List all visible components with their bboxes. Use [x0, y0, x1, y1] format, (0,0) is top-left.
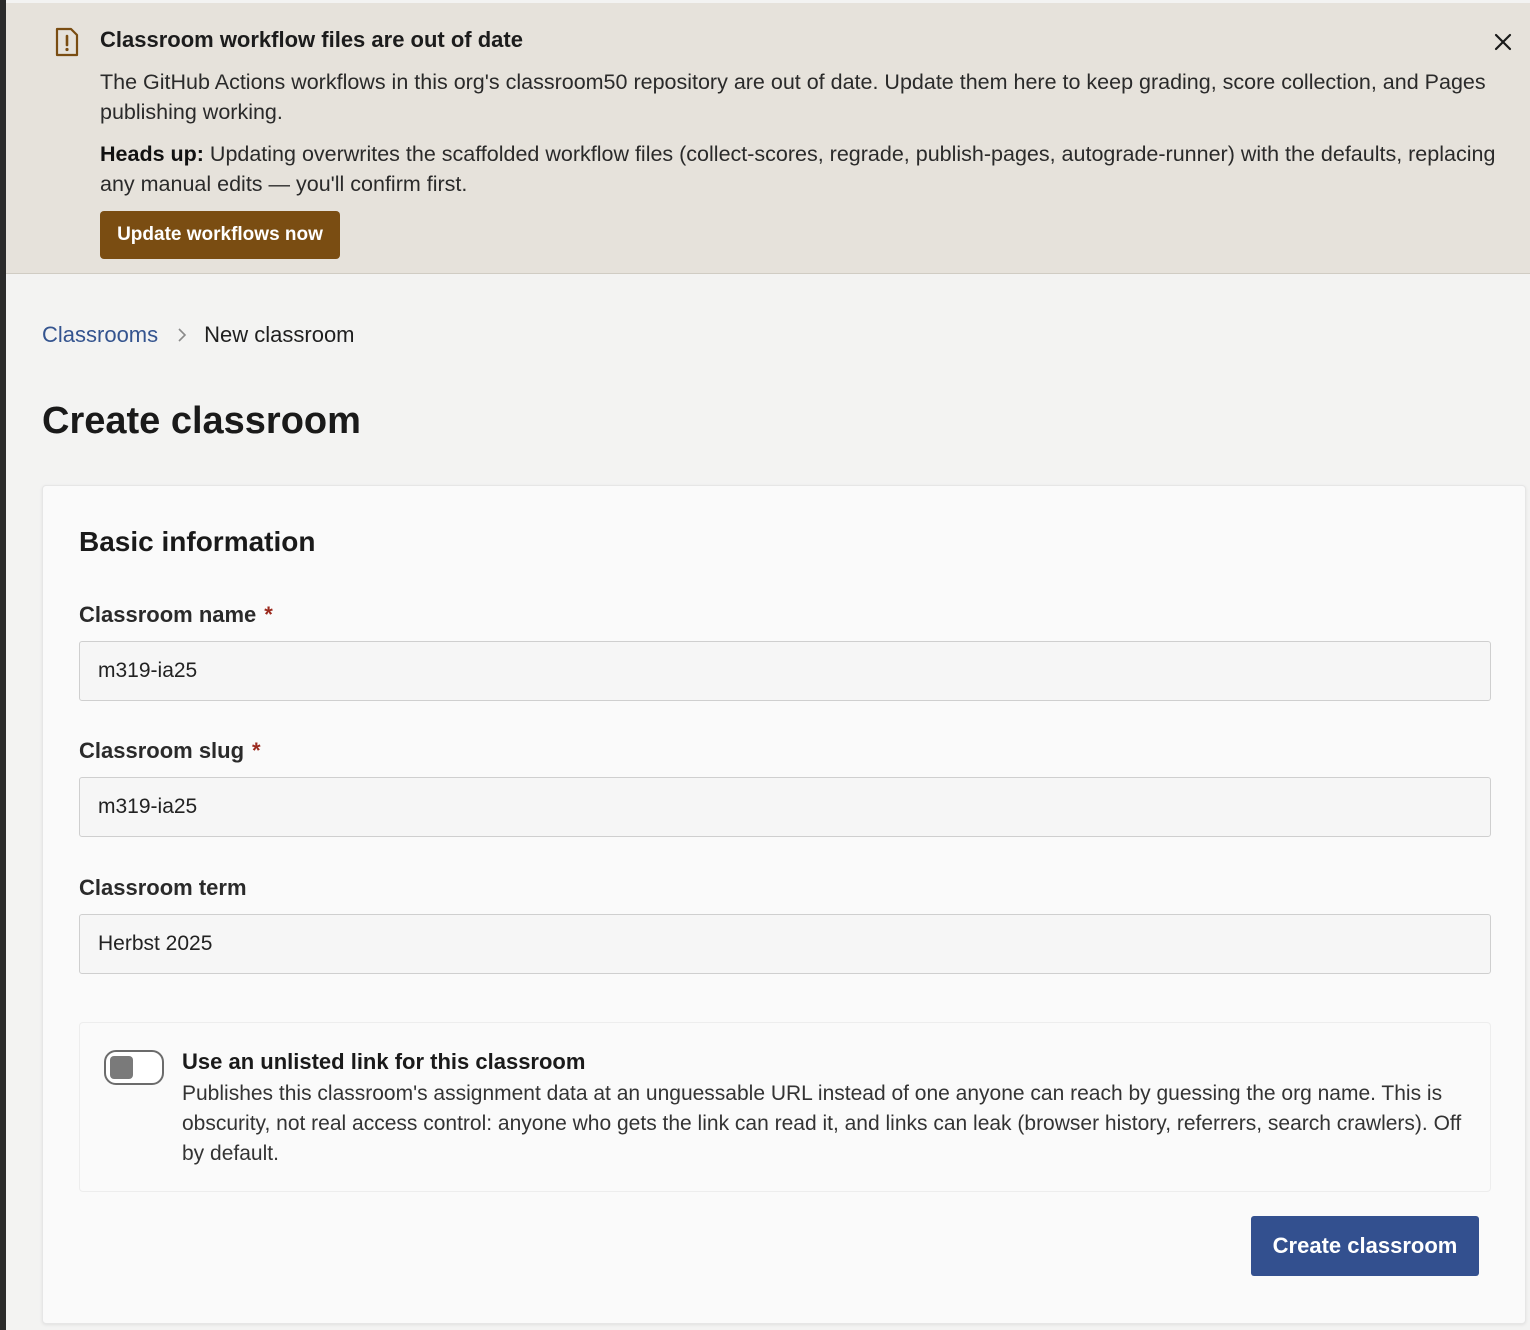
toggle-knob	[110, 1056, 133, 1079]
update-workflows-button[interactable]: Update workflows now	[100, 211, 340, 259]
headsup-text: Updating overwrites the scaffolded workf…	[100, 142, 1496, 196]
breadcrumb: Classrooms New classroom	[42, 322, 355, 348]
required-marker: *	[252, 738, 261, 763]
close-icon[interactable]	[1490, 29, 1516, 55]
classroom-slug-input[interactable]	[79, 777, 1491, 837]
classroom-name-input[interactable]	[79, 641, 1491, 701]
classroom-slug-label: Classroom slug *	[79, 738, 261, 764]
unlisted-link-description: Publishes this classroom's assignment da…	[182, 1082, 1462, 1165]
classroom-slug-label-text: Classroom slug	[79, 738, 245, 763]
headsup-label: Heads up:	[100, 142, 204, 166]
page-title: Create classroom	[42, 400, 361, 442]
app-root: Classroom workflow files are out of date…	[6, 0, 1530, 1330]
breadcrumb-current: New classroom	[204, 322, 355, 347]
banner-headsup: Heads up: Updating overwrites the scaffo…	[100, 139, 1500, 199]
banner-description: The GitHub Actions workflows in this org…	[100, 70, 1486, 124]
classroom-term-input[interactable]	[79, 914, 1491, 974]
breadcrumb-classrooms-link[interactable]: Classrooms	[42, 322, 158, 348]
unlisted-link-title: Use an unlisted link for this classroom	[182, 1049, 586, 1074]
workflow-outdated-banner: Classroom workflow files are out of date…	[6, 3, 1530, 274]
basic-info-card: Basic information Classroom name * Classr…	[42, 485, 1526, 1324]
banner-title: Classroom workflow files are out of date	[100, 27, 523, 52]
create-classroom-button[interactable]: Create classroom	[1251, 1216, 1479, 1276]
file-alert-icon	[55, 27, 79, 57]
section-title: Basic information	[79, 526, 316, 557]
unlisted-link-toggle[interactable]	[104, 1050, 164, 1085]
unlisted-link-panel: Use an unlisted link for this classroom …	[79, 1022, 1491, 1192]
classroom-name-label: Classroom name *	[79, 602, 273, 628]
classroom-name-label-text: Classroom name	[79, 602, 257, 627]
required-marker: *	[264, 602, 273, 627]
classroom-term-label: Classroom term	[79, 875, 247, 900]
chevron-right-icon	[178, 328, 187, 342]
